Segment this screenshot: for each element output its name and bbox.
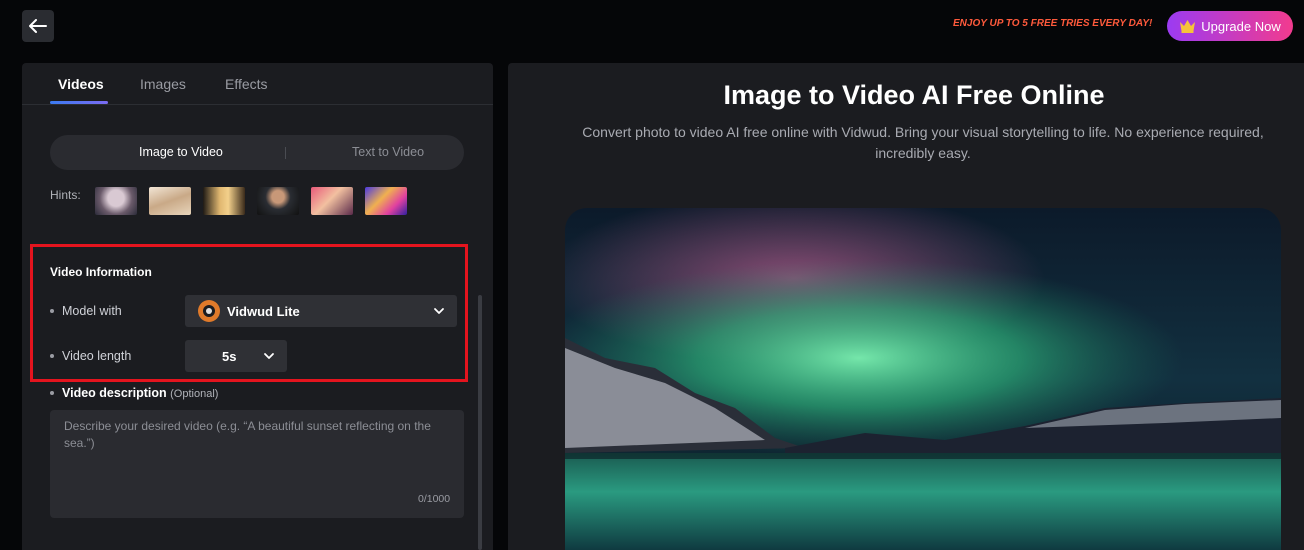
active-tab-indicator: [50, 101, 108, 104]
promo-text: ENJOY UP TO 5 FREE TRIES EVERY DAY!: [953, 18, 1153, 29]
description-input[interactable]: [50, 410, 464, 518]
hint-thumbnail-2[interactable]: [149, 187, 191, 215]
arrow-left-icon: [29, 19, 47, 33]
highlight-box: [30, 244, 468, 382]
mode-toggle: Image to Video Text to Video: [50, 135, 464, 170]
optional-tag: (Optional): [170, 388, 219, 400]
description-label: Video description: [62, 386, 167, 400]
char-counter: 0/1000: [418, 493, 451, 505]
mode-divider: [285, 147, 286, 159]
hint-thumbnail-4[interactable]: [257, 187, 299, 215]
right-panel: Image to Video AI Free Online Convert ph…: [508, 63, 1304, 550]
upgrade-button[interactable]: Upgrade Now: [1167, 11, 1293, 41]
hero-title: Image to Video AI Free Online: [723, 80, 1105, 110]
upgrade-label: Upgrade Now: [1201, 18, 1281, 34]
hint-thumbnail-1[interactable]: [95, 187, 137, 215]
hint-thumbnail-6[interactable]: [365, 187, 407, 215]
back-button[interactable]: [22, 10, 54, 42]
scrollbar[interactable]: [478, 295, 482, 550]
tab-videos[interactable]: Videos: [58, 76, 104, 92]
hint-thumbnail-3[interactable]: [203, 187, 245, 215]
mode-text-to-video[interactable]: Text to Video: [352, 145, 424, 159]
crown-icon: [1180, 20, 1196, 33]
bullet-icon: [50, 391, 54, 395]
hint-thumbnail-5[interactable]: [311, 187, 353, 215]
mode-image-to-video[interactable]: Image to Video: [139, 145, 223, 159]
description-field-label: Video description (Optional): [50, 386, 218, 400]
tab-images[interactable]: Images: [140, 76, 186, 92]
tab-effects[interactable]: Effects: [225, 76, 268, 92]
hints-label: Hints:: [50, 188, 81, 202]
aurora-preview-image: [565, 208, 1281, 550]
hero-subtitle: Convert photo to video AI free online wi…: [582, 124, 1264, 161]
category-tabs: Videos Images Effects: [22, 63, 493, 105]
